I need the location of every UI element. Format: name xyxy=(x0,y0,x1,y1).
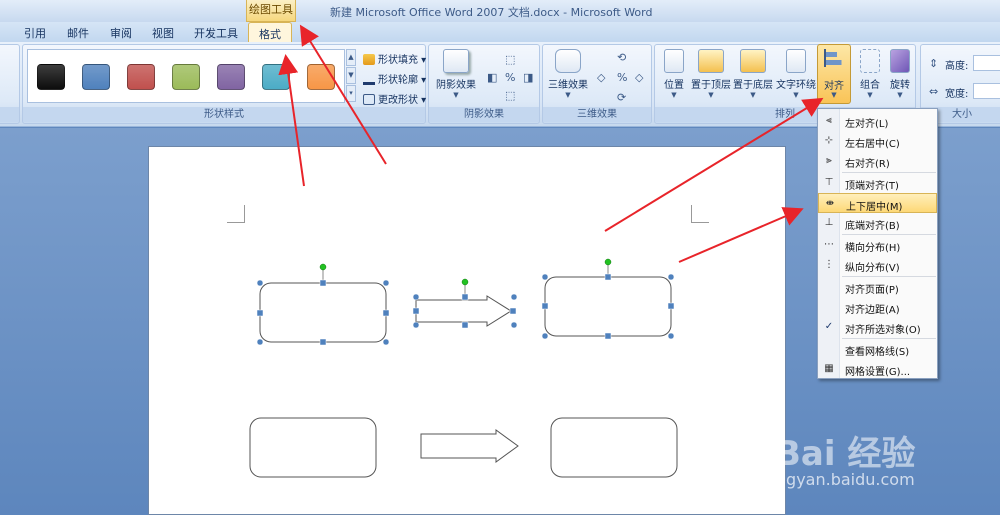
menu-item-distribute-horizontal[interactable]: ⋯ 横向分布(H) xyxy=(818,235,937,255)
watermark-logo: Bai 经验 xyxy=(775,434,916,474)
menu-item-distribute-vertical[interactable]: ⋮ 纵向分布(V) xyxy=(818,255,937,275)
align-icon xyxy=(824,49,844,67)
shadow-effects-group: 阴影效果 ▼ ⬚ ◧ % ◨ ⬚ 阴影效果 xyxy=(428,44,540,124)
baidu-jingyan-watermark: Bai 经验 jingyan.baidu.com xyxy=(765,408,950,508)
document-page[interactable] xyxy=(148,146,786,515)
menu-item-align-selected-objects[interactable]: ✓ 对齐所选对象(O) xyxy=(818,317,937,337)
clipped-group xyxy=(0,44,20,124)
bring-front-icon xyxy=(698,49,724,73)
align-right-icon: ⫸ xyxy=(826,155,832,166)
style-swatch-orange[interactable] xyxy=(307,64,335,90)
change-shape-button[interactable]: 更改形状 ▾ xyxy=(363,91,426,106)
drawing-tools-context-tab: 绘图工具 xyxy=(246,0,296,22)
menu-item-align-to-page[interactable]: 对齐页面(P) xyxy=(818,277,937,297)
send-back-icon xyxy=(740,49,766,73)
width-input[interactable] xyxy=(973,83,1000,99)
change-shape-icon xyxy=(363,94,375,105)
paint-bucket-icon xyxy=(363,54,375,65)
height-label: 高度: xyxy=(945,61,969,72)
tilt-left-icon[interactable]: ◇ xyxy=(597,71,605,84)
menu-item-align-top[interactable]: ⊤ 顶端对齐(T) xyxy=(818,173,937,193)
shape-outline-button[interactable]: 形状轮廓 ▾ xyxy=(363,71,426,86)
group-icon xyxy=(860,49,880,73)
align-button[interactable]: 对齐 ▼ xyxy=(817,44,851,104)
height-input[interactable] xyxy=(973,55,1000,71)
tilt-right-icon[interactable]: ◇ xyxy=(635,71,643,84)
tab-format[interactable]: 格式 xyxy=(248,22,292,43)
title-bar: 绘图工具 新建 Microsoft Office Word 2007 文档.do… xyxy=(0,0,1000,22)
nudge-shadow-down-icon[interactable]: ⬚ xyxy=(505,89,515,102)
3d-cube-icon xyxy=(555,49,581,73)
3d-effects-button[interactable]: 三维效果 ▼ xyxy=(545,47,591,109)
checkmark-icon: ✓ xyxy=(824,321,834,332)
shape-style-gallery xyxy=(27,49,345,103)
position-button[interactable]: 位置 ▼ xyxy=(657,47,691,109)
height-icon: ⇕ xyxy=(929,57,939,70)
nudge-shadow-left-icon[interactable]: ◧ xyxy=(487,71,497,84)
window-title: 新建 Microsoft Office Word 2007 文档.docx - … xyxy=(330,6,653,19)
position-icon xyxy=(664,49,684,73)
align-left-icon: ⫷ xyxy=(826,115,832,126)
shadow-effects-label: 阴影效果 xyxy=(429,107,539,122)
style-swatch-purple[interactable] xyxy=(217,64,245,90)
shadow-icon xyxy=(443,49,469,73)
nudge-shadow-up-icon[interactable]: ⬚ xyxy=(505,53,515,66)
pen-outline-icon xyxy=(363,74,375,85)
grid-icon: ▦ xyxy=(824,363,834,374)
nudge-shadow-right-icon[interactable]: ◨ xyxy=(523,71,533,84)
send-to-back-button[interactable]: 置于底层 ▼ xyxy=(733,47,773,109)
margin-marker xyxy=(227,205,245,223)
3d-effects-group: 三维效果 ▼ ⟲ ◇ % ◇ ⟳ 三维效果 xyxy=(542,44,652,124)
rotate-icon xyxy=(890,49,910,73)
style-swatch-blue[interactable] xyxy=(82,64,110,90)
watermark-url: jingyan.baidu.com xyxy=(767,470,915,489)
3d-effects-label: 三维效果 xyxy=(543,107,651,122)
shape-fill-button[interactable]: 形状填充 ▾ xyxy=(363,51,426,66)
tab-view[interactable]: 视图 xyxy=(152,25,174,41)
align-dropdown-menu: ⫷ 左对齐(L) ⊹ 左右居中(C) ⫸ 右对齐(R) ⊤ 顶端对齐(T) ⇼ 上下居中(… xyxy=(817,108,938,379)
align-bottom-icon: ⊥ xyxy=(824,217,834,228)
distribute-horizontal-icon: ⋯ xyxy=(824,239,834,250)
rotate-button[interactable]: 旋转 ▼ xyxy=(887,47,913,109)
ribbon-tab-row: 引用 邮件 审阅 视图 开发工具 格式 xyxy=(0,22,1000,43)
style-swatch-green[interactable] xyxy=(172,64,200,90)
toggle-3d-icon[interactable]: % xyxy=(617,71,627,84)
gallery-more-button[interactable]: ▾ xyxy=(346,85,356,102)
width-icon: ⇔ xyxy=(929,85,939,98)
menu-item-grid-settings[interactable]: ▦ 网格设置(G)... xyxy=(818,359,937,379)
group-objects-button[interactable]: 组合 ▼ xyxy=(857,47,883,109)
menu-item-align-left[interactable]: ⫷ 左对齐(L) xyxy=(818,111,937,131)
tab-references[interactable]: 引用 xyxy=(24,25,46,41)
tab-review[interactable]: 审阅 xyxy=(110,25,132,41)
gallery-scroll-down-button[interactable]: ▼ xyxy=(346,67,356,84)
shadow-effects-button[interactable]: 阴影效果 ▼ xyxy=(433,47,479,109)
menu-item-align-to-margin[interactable]: 对齐边距(A) xyxy=(818,297,937,317)
tilt-down-icon[interactable]: ⟳ xyxy=(617,91,626,104)
bring-to-front-button[interactable]: 置于顶层 ▼ xyxy=(691,47,731,109)
width-label: 宽度: xyxy=(945,89,969,100)
distribute-vertical-icon: ⋮ xyxy=(824,259,834,270)
menu-item-align-right[interactable]: ⫸ 右对齐(R) xyxy=(818,151,937,171)
shape-styles-label: 形状样式 xyxy=(23,107,425,122)
tab-developer[interactable]: 开发工具 xyxy=(194,25,238,41)
style-swatch-black[interactable] xyxy=(37,64,65,90)
text-wrap-icon xyxy=(786,49,806,73)
shape-styles-group: ▲ ▼ ▾ 形状填充 ▾ 形状轮廓 ▾ 更改形状 ▾ 形状样式 xyxy=(22,44,426,124)
align-top-icon: ⊤ xyxy=(824,177,834,188)
menu-item-view-gridlines[interactable]: 查看网格线(S) xyxy=(818,339,937,359)
align-middle-icon: ⇼ xyxy=(825,198,835,209)
margin-marker xyxy=(691,205,709,223)
menu-item-align-middle[interactable]: ⇼ 上下居中(M) xyxy=(818,193,937,213)
menu-item-align-bottom[interactable]: ⊥ 底端对齐(B) xyxy=(818,213,937,233)
style-swatch-red[interactable] xyxy=(127,64,155,90)
align-center-icon: ⊹ xyxy=(824,135,834,146)
tab-mailings[interactable]: 邮件 xyxy=(67,25,89,41)
menu-item-align-center[interactable]: ⊹ 左右居中(C) xyxy=(818,131,937,151)
toggle-shadow-icon[interactable]: % xyxy=(505,71,515,84)
gallery-scroll-up-button[interactable]: ▲ xyxy=(346,49,356,66)
style-swatch-aqua[interactable] xyxy=(262,64,290,90)
tilt-up-icon[interactable]: ⟲ xyxy=(617,51,626,64)
text-wrapping-button[interactable]: 文字环绕 ▼ xyxy=(775,47,817,109)
